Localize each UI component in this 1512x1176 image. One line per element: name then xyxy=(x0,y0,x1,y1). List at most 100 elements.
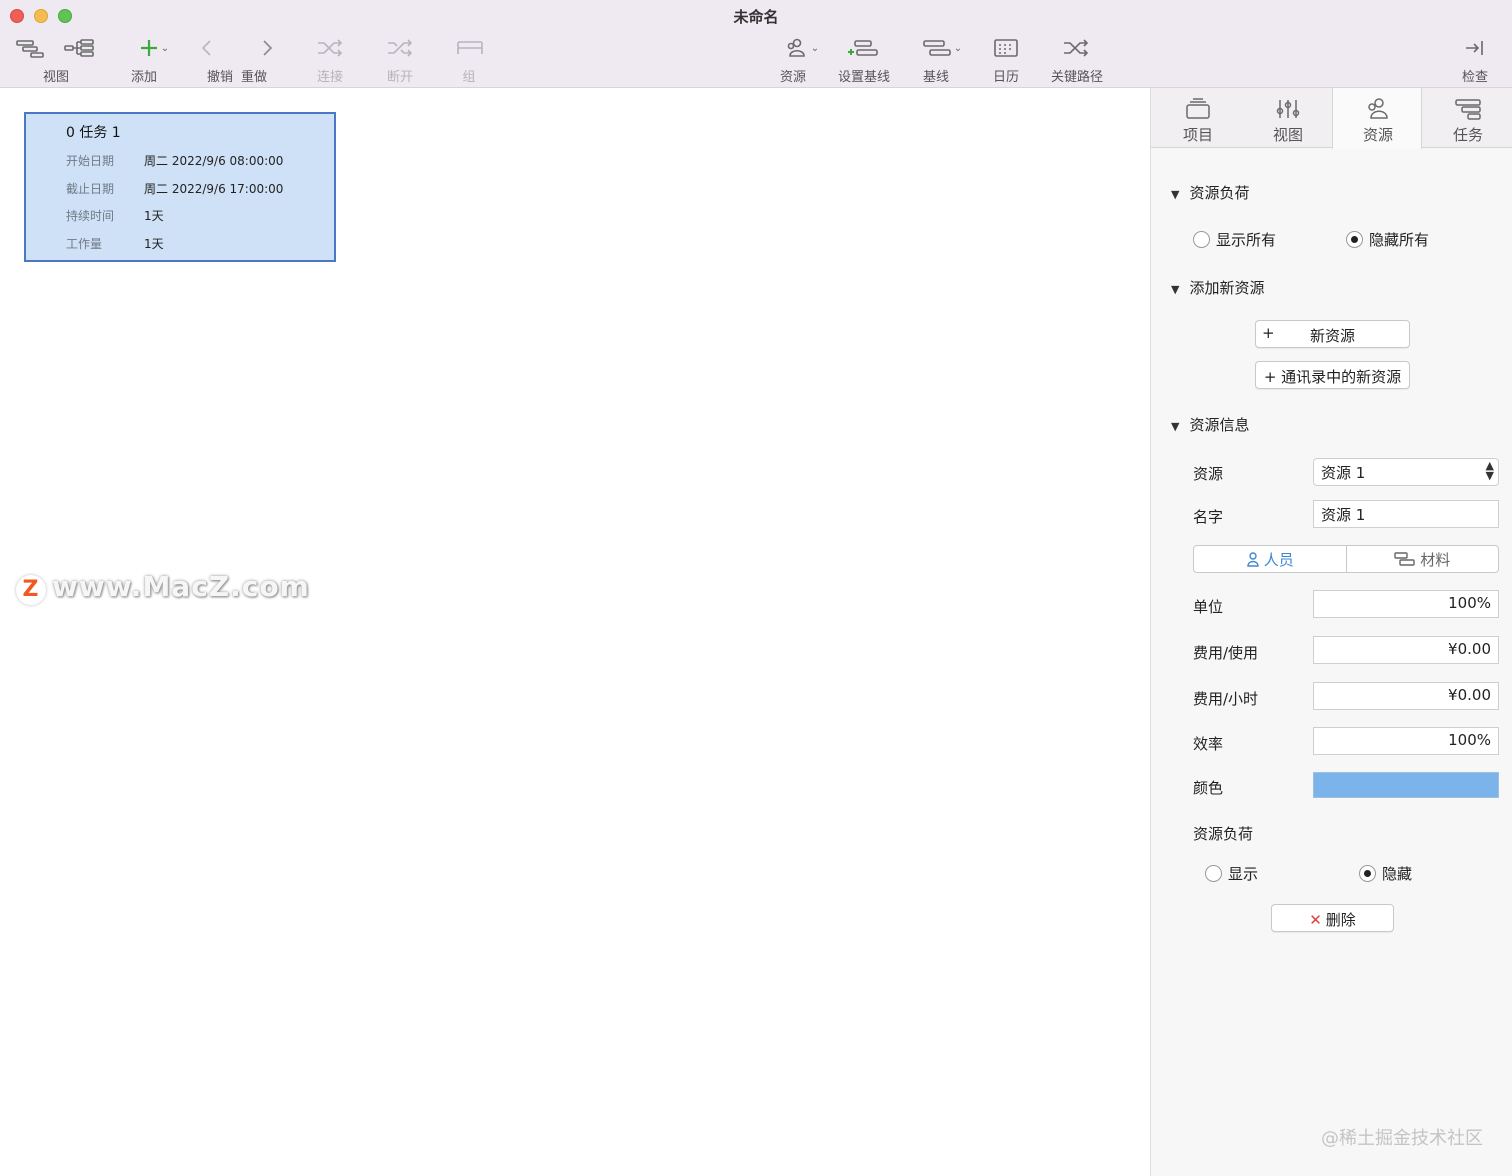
tab-task[interactable]: 任务 xyxy=(1423,88,1512,148)
watermark-logo: Z xyxy=(16,575,46,605)
resource-label: 资源 xyxy=(779,70,806,85)
load-hide-radio[interactable]: 隐藏 xyxy=(1359,863,1412,884)
segment-label: 人员 xyxy=(1263,550,1294,569)
calendar-icon[interactable] xyxy=(990,36,1022,60)
inspect-toggle-icon[interactable] xyxy=(1462,36,1488,60)
resource-button[interactable]: ⌄ xyxy=(780,36,824,60)
baseline-button[interactable]: ⌄ xyxy=(918,36,966,60)
network-canvas[interactable]: 0 任务 1 开始日期 周二 2022/9/6 08:00:00 截止日期 周二 2… xyxy=(0,88,1150,1176)
watermark: Zwww.MacZ.com xyxy=(16,570,310,605)
disclosure-triangle-icon: ▼ xyxy=(1171,420,1180,433)
add-resource-section[interactable]: ▼ 添加新资源 xyxy=(1171,277,1264,298)
add-label: 添加 xyxy=(130,70,157,85)
calendar-label: 日历 xyxy=(992,70,1019,85)
person-type-segment[interactable]: 人员 xyxy=(1194,546,1347,572)
resource-info-section[interactable]: ▼ 资源信息 xyxy=(1171,414,1249,435)
show-all-radio[interactable]: 显示所有 xyxy=(1193,229,1276,250)
disclosure-triangle-icon: ▼ xyxy=(1171,283,1180,296)
add-button[interactable]: ⌄ xyxy=(132,36,176,60)
task-row-value: 1天 xyxy=(144,209,164,223)
task-row-key: 持续时间 xyxy=(66,209,115,223)
disconnect-label: 断开 xyxy=(386,70,413,85)
resource-load-label: 资源负荷 xyxy=(1193,825,1254,843)
tab-label: 资源 xyxy=(1362,126,1393,144)
redo-icon[interactable] xyxy=(256,36,278,60)
connect-label: 连接 xyxy=(316,70,343,85)
group-icon[interactable] xyxy=(454,36,486,60)
connect-icon[interactable] xyxy=(314,36,346,60)
tab-label: 视图 xyxy=(1272,126,1303,144)
radio-circle xyxy=(1346,231,1363,248)
people-icon xyxy=(1364,98,1392,124)
name-label: 名字 xyxy=(1193,508,1224,526)
toolbar: 未命名 视图 ⌄ 添加 撤销 重做 连接 断开 组 ⌄ 资源 设置基线 ⌄ 基线… xyxy=(0,0,1512,88)
close-icon: ✕ xyxy=(1309,911,1322,929)
color-well[interactable] xyxy=(1313,772,1499,798)
radio-circle xyxy=(1193,231,1210,248)
task-row-value: 1天 xyxy=(144,237,164,251)
watermark-text: www.MacZ.com xyxy=(52,570,310,603)
task-row-key: 工作量 xyxy=(66,237,103,251)
select-stepper-icon: ▲ ▼ xyxy=(1485,459,1494,482)
load-show-radio[interactable]: 显示 xyxy=(1205,863,1258,884)
task-row-due: 截止日期 周二 2022/9/6 17:00:00 xyxy=(66,180,283,197)
tab-resources[interactable]: 资源 xyxy=(1332,88,1422,149)
color-label: 颜色 xyxy=(1193,779,1224,797)
view-label: 视图 xyxy=(42,70,69,85)
radio-label: 显示 xyxy=(1228,865,1259,883)
cost-per-use-label: 费用/使用 xyxy=(1193,644,1259,662)
efficiency-label: 效率 xyxy=(1193,735,1224,753)
cost-per-hour-label: 费用/小时 xyxy=(1193,690,1259,708)
sliders-icon xyxy=(1274,98,1302,124)
chevron-down-icon: ⌄ xyxy=(810,42,820,54)
cost-per-hour-field[interactable]: ¥0.00 xyxy=(1313,682,1499,710)
section-title: 添加新资源 xyxy=(1189,279,1265,297)
tab-view[interactable]: 视图 xyxy=(1243,88,1333,148)
disconnect-icon[interactable] xyxy=(384,36,416,60)
window-title: 未命名 xyxy=(733,8,779,26)
tab-project[interactable]: 项目 xyxy=(1153,88,1243,148)
delete-resource-button[interactable]: ✕ 删除 xyxy=(1271,904,1394,932)
inspector-panel: 项目 视图 资源 任务 ▼ 资源负荷 显示所有 隐藏所有 ▼ 添加新资源 + 新… xyxy=(1150,88,1512,1176)
footer-watermark: @稀土掘金技术社区 xyxy=(1321,1128,1483,1149)
task-row-start: 开始日期 周二 2022/9/6 08:00:00 xyxy=(66,152,283,169)
set-baseline-label: 设置基线 xyxy=(837,70,890,85)
new-resource-from-contacts-button[interactable]: + 通讯录中的新资源 xyxy=(1255,361,1410,389)
critical-path-label: 关键路径 xyxy=(1050,70,1103,85)
task-icon xyxy=(1453,98,1483,124)
chevron-down-icon: ⌄ xyxy=(953,42,963,54)
material-icon xyxy=(1394,552,1415,566)
name-field[interactable]: 资源 1 xyxy=(1313,500,1499,528)
resource-load-section[interactable]: ▼ 资源负荷 xyxy=(1171,182,1249,203)
undo-icon[interactable] xyxy=(196,36,218,60)
section-title: 资源负荷 xyxy=(1189,184,1250,202)
gantt-view-icon[interactable] xyxy=(14,36,48,60)
chevron-down-icon: ⌄ xyxy=(160,42,170,54)
task-title: 0 任务 1 xyxy=(66,125,121,141)
material-type-segment[interactable]: 材料 xyxy=(1347,546,1499,572)
resource-type-segmented-control: 人员 材料 xyxy=(1193,545,1499,573)
hide-all-radio[interactable]: 隐藏所有 xyxy=(1346,229,1429,250)
resource-select[interactable]: 资源 1 ▲ ▼ xyxy=(1313,458,1499,486)
network-view-icon[interactable] xyxy=(62,36,96,60)
critical-path-icon[interactable] xyxy=(1060,36,1092,60)
set-baseline-icon[interactable] xyxy=(846,36,882,60)
efficiency-field[interactable]: 100% xyxy=(1313,727,1499,755)
task-node[interactable]: 0 任务 1 开始日期 周二 2022/9/6 08:00:00 截止日期 周二 2… xyxy=(24,112,336,262)
radio-circle xyxy=(1359,865,1376,882)
task-row-value: 周二 2022/9/6 08:00:00 xyxy=(144,154,284,168)
project-icon xyxy=(1184,98,1212,124)
resource-select-label: 资源 xyxy=(1193,465,1224,483)
person-icon xyxy=(1247,552,1259,567)
new-resource-button[interactable]: + 新资源 xyxy=(1255,320,1410,348)
cost-per-use-field[interactable]: ¥0.00 xyxy=(1313,636,1499,664)
button-label: 删除 xyxy=(1325,911,1356,929)
radio-label: 隐藏 xyxy=(1382,865,1413,883)
segment-label: 材料 xyxy=(1420,550,1451,569)
button-label: 新资源 xyxy=(1309,327,1355,345)
task-row-duration: 持续时间 1天 xyxy=(66,207,164,224)
baseline-label: 基线 xyxy=(922,70,949,85)
tab-label: 任务 xyxy=(1452,126,1483,144)
unit-field[interactable]: 100% xyxy=(1313,590,1499,618)
task-row-key: 开始日期 xyxy=(66,154,115,168)
